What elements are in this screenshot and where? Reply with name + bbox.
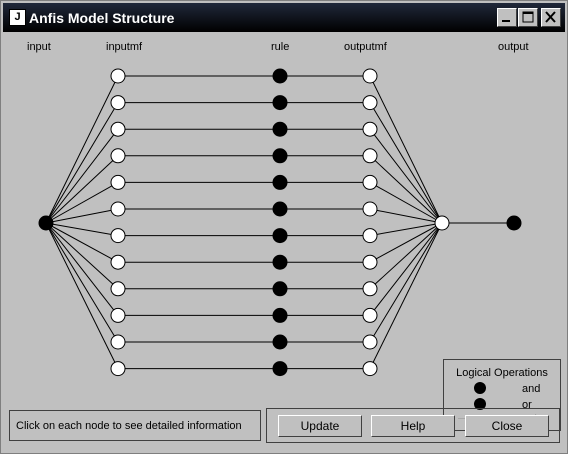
minimize-button[interactable]	[497, 8, 517, 27]
rule-node[interactable]	[272, 68, 288, 84]
edge-outputmf-to-sum	[369, 222, 443, 343]
update-button[interactable]: Update	[278, 415, 362, 437]
output-node[interactable]	[506, 215, 522, 231]
rule-node[interactable]	[272, 201, 288, 217]
rule-node[interactable]	[272, 95, 288, 111]
status-panel: Click on each node to see detailed infor…	[9, 410, 261, 441]
outputmf-node[interactable]	[362, 307, 378, 323]
inputmf-node[interactable]	[110, 148, 126, 164]
edge-input-to-inputmf	[45, 222, 119, 369]
window-title: Anfis Model Structure	[29, 10, 175, 26]
content-area: input inputmf rule outputmf output Logic…	[3, 34, 565, 451]
legend-and-label: and	[522, 383, 541, 395]
edge-input-to-inputmf	[45, 181, 119, 224]
rule-node[interactable]	[272, 121, 288, 137]
outputmf-node[interactable]	[362, 95, 378, 111]
edge-outputmf-to-sum	[369, 102, 443, 224]
rule-node[interactable]	[272, 228, 288, 244]
anfis-window: J Anfis Model Structure input inputmf ru…	[0, 0, 568, 454]
outputmf-node[interactable]	[362, 148, 378, 164]
button-panel: Update Help Close	[266, 408, 560, 443]
matlab-icon: J	[9, 9, 26, 26]
inputmf-node[interactable]	[110, 121, 126, 137]
edge-outputmf-to-sum	[369, 181, 443, 224]
edge-input-to-inputmf	[45, 222, 119, 316]
rule-node[interactable]	[272, 361, 288, 377]
legend-and-dot	[474, 382, 486, 394]
status-text: Click on each node to see detailed infor…	[16, 420, 242, 432]
edge-outputmf-to-sum	[369, 75, 443, 224]
close-button[interactable]	[541, 8, 561, 27]
close-icon	[545, 11, 556, 23]
outputmf-node[interactable]	[362, 334, 378, 350]
edge-input-to-inputmf	[45, 102, 119, 224]
rule-node[interactable]	[272, 254, 288, 270]
legend-title: Logical Operations	[456, 367, 548, 379]
outputmf-node[interactable]	[362, 281, 378, 297]
edge-input-to-inputmf	[45, 75, 119, 224]
help-button[interactable]: Help	[371, 415, 455, 437]
edge-input-to-inputmf	[45, 222, 119, 343]
inputmf-node[interactable]	[110, 174, 126, 190]
inputmf-node[interactable]	[110, 95, 126, 111]
outputmf-node[interactable]	[362, 254, 378, 270]
edge-outputmf-to-sum	[369, 128, 443, 224]
inputmf-node[interactable]	[110, 68, 126, 84]
inputmf-node[interactable]	[110, 228, 126, 244]
rule-node[interactable]	[272, 307, 288, 323]
edge-outputmf-to-sum	[369, 222, 443, 316]
outputmf-node[interactable]	[362, 361, 378, 377]
outputmf-node[interactable]	[362, 121, 378, 137]
aggregate-node[interactable]	[434, 215, 450, 231]
rule-node[interactable]	[272, 148, 288, 164]
inputmf-node[interactable]	[110, 307, 126, 323]
rule-node[interactable]	[272, 334, 288, 350]
edge-input-to-inputmf	[45, 155, 119, 224]
minimize-icon	[502, 20, 510, 22]
maximize-button[interactable]	[518, 8, 538, 27]
close-dialog-button[interactable]: Close	[465, 415, 549, 437]
inputmf-node[interactable]	[110, 254, 126, 270]
inputmf-node[interactable]	[110, 281, 126, 297]
input-node[interactable]	[38, 215, 54, 231]
rule-node[interactable]	[272, 281, 288, 297]
inputmf-node[interactable]	[110, 334, 126, 350]
outputmf-node[interactable]	[362, 68, 378, 84]
inputmf-node[interactable]	[110, 201, 126, 217]
outputmf-node[interactable]	[362, 174, 378, 190]
outputmf-node[interactable]	[362, 228, 378, 244]
edge-input-to-inputmf	[45, 208, 119, 224]
outputmf-node[interactable]	[362, 201, 378, 217]
edge-outputmf-to-sum	[369, 208, 443, 224]
inputmf-node[interactable]	[110, 361, 126, 377]
edge-outputmf-to-sum	[369, 155, 443, 224]
edge-outputmf-to-sum	[369, 222, 443, 369]
title-bar[interactable]: J Anfis Model Structure	[3, 3, 565, 32]
maximize-icon	[522, 11, 534, 23]
rule-node[interactable]	[272, 174, 288, 190]
edge-input-to-inputmf	[45, 128, 119, 224]
